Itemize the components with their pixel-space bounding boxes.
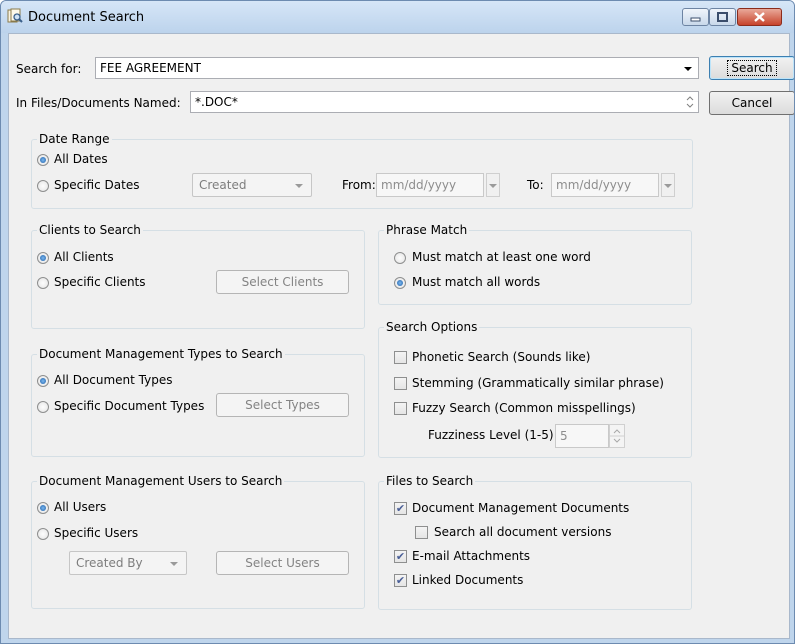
close-icon — [754, 12, 765, 22]
stemming-checkbox[interactable] — [394, 377, 407, 390]
minimize-icon — [690, 17, 701, 22]
all-users-label: All Users — [54, 500, 107, 514]
all-dates-radio[interactable] — [37, 154, 49, 166]
document-search-app-icon — [7, 8, 23, 23]
window-title: Document Search — [28, 10, 145, 25]
all-doc-types-radio[interactable] — [37, 375, 49, 387]
select-users-button[interactable]: Select Users — [216, 551, 349, 575]
files-named-input[interactable]: *.DOC* — [190, 91, 699, 113]
chevron-down-icon[interactable] — [295, 184, 303, 188]
users-legend: Document Management Users to Search — [39, 474, 283, 488]
clients-legend: Clients to Search — [39, 223, 141, 237]
phrase-match-group: Phrase Match — [378, 223, 692, 305]
files-named-label: In Files/Documents Named: — [16, 96, 181, 110]
phrase-match-legend: Phrase Match — [386, 223, 468, 237]
users-group: Document Management Users to Search — [31, 474, 365, 609]
all-clients-radio[interactable] — [37, 252, 49, 264]
specific-dates-radio[interactable] — [37, 180, 49, 192]
maximize-button[interactable] — [709, 8, 736, 26]
cancel-button[interactable]: Cancel — [709, 91, 794, 115]
all-versions-checkbox[interactable] — [415, 526, 428, 539]
fuzziness-level-input[interactable]: 5 — [555, 424, 609, 448]
files-named-value: *.DOC* — [195, 95, 238, 109]
title-bar[interactable]: Document Search — [1, 1, 794, 33]
select-users-label: Select Users — [245, 556, 320, 570]
specific-clients-label: Specific Clients — [54, 275, 146, 289]
chevron-down-icon — [664, 184, 672, 188]
fuzzy-search-checkbox[interactable] — [394, 402, 407, 415]
select-clients-label: Select Clients — [241, 275, 324, 289]
fuzziness-level-value: 5 — [560, 429, 568, 443]
match-all-words-radio[interactable] — [394, 277, 406, 289]
search-for-value: FEE AGREEMENT — [100, 61, 201, 75]
search-options-legend: Search Options — [386, 320, 478, 334]
all-versions-label: Search all document versions — [434, 525, 612, 539]
search-for-label: Search for: — [16, 62, 82, 76]
from-date-dropdown[interactable] — [486, 173, 500, 197]
cancel-button-label: Cancel — [731, 96, 773, 110]
match-one-word-label: Must match at least one word — [412, 250, 591, 264]
from-label: From: — [342, 178, 376, 192]
files-to-search-group: Files to Search — [378, 474, 692, 610]
doc-types-legend: Document Management Types to Search — [39, 347, 283, 361]
spinner-arrows-icon[interactable] — [686, 95, 694, 109]
specific-doc-types-label: Specific Document Types — [54, 399, 205, 413]
maximize-icon — [717, 12, 728, 22]
search-button[interactable]: Search — [709, 56, 794, 80]
to-date-input[interactable]: mm/dd/yyyy — [551, 173, 659, 197]
specific-clients-radio[interactable] — [37, 277, 49, 289]
email-attachments-label: E-mail Attachments — [412, 549, 531, 563]
date-type-select[interactable]: Created — [192, 173, 312, 197]
user-filter-select[interactable]: Created By — [69, 551, 187, 575]
date-range-legend: Date Range — [39, 132, 110, 146]
dm-documents-checkbox[interactable]: ✔ — [394, 502, 407, 515]
specific-dates-label: Specific Dates — [54, 178, 140, 192]
date-type-value: Created — [199, 178, 247, 192]
specific-users-label: Specific Users — [54, 526, 139, 540]
from-date-input[interactable]: mm/dd/yyyy — [376, 173, 484, 197]
from-date-placeholder: mm/dd/yyyy — [381, 178, 457, 192]
search-button-label: Search — [727, 60, 777, 76]
select-types-label: Select Types — [245, 398, 320, 412]
all-clients-label: All Clients — [54, 250, 114, 264]
fuzziness-level-label: Fuzziness Level (1-5) — [428, 428, 554, 442]
dm-documents-label: Document Management Documents — [412, 501, 630, 515]
to-date-placeholder: mm/dd/yyyy — [556, 178, 632, 192]
close-button[interactable] — [737, 8, 782, 26]
date-range-group: Date Range — [31, 132, 693, 209]
linked-documents-label: Linked Documents — [412, 573, 524, 587]
user-filter-value: Created By — [76, 556, 143, 570]
chevron-down-icon — [489, 184, 497, 188]
to-label: To: — [527, 178, 544, 192]
specific-doc-types-radio[interactable] — [37, 401, 49, 413]
fuzzy-search-label: Fuzzy Search (Common misspellings) — [412, 401, 636, 415]
select-types-button[interactable]: Select Types — [216, 393, 349, 417]
to-date-dropdown[interactable] — [661, 173, 675, 197]
spinner-arrows-icon — [610, 429, 624, 443]
document-search-window: Document Search Search for: FEE AGREEMEN… — [0, 0, 795, 644]
linked-documents-checkbox[interactable]: ✔ — [394, 574, 407, 587]
specific-users-radio[interactable] — [37, 528, 49, 540]
fuzziness-spinner[interactable] — [609, 424, 625, 448]
chevron-down-icon[interactable] — [684, 67, 692, 71]
all-users-radio[interactable] — [37, 502, 49, 514]
all-doc-types-label: All Document Types — [54, 373, 173, 387]
files-to-search-legend: Files to Search — [386, 474, 474, 488]
email-attachments-checkbox[interactable]: ✔ — [394, 550, 407, 563]
match-one-word-radio[interactable] — [394, 252, 406, 264]
minimize-button[interactable] — [682, 8, 709, 26]
phonetic-search-label: Phonetic Search (Sounds like) — [412, 350, 591, 364]
dialog-body: Search for: FEE AGREEMENT Search In File… — [8, 33, 794, 639]
all-dates-label: All Dates — [54, 152, 108, 166]
phonetic-search-checkbox[interactable] — [394, 351, 407, 364]
stemming-label: Stemming (Grammatically similar phrase) — [412, 376, 664, 390]
match-all-words-label: Must match all words — [412, 275, 541, 289]
search-for-combobox[interactable]: FEE AGREEMENT — [95, 57, 699, 79]
chevron-down-icon[interactable] — [170, 562, 178, 566]
select-clients-button[interactable]: Select Clients — [216, 270, 349, 294]
